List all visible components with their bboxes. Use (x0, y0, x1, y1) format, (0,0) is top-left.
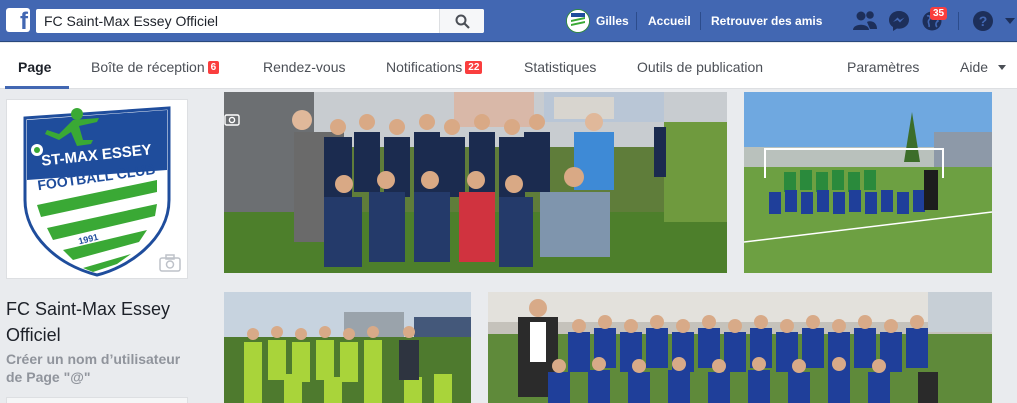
cover-photo[interactable] (224, 92, 727, 273)
photo-tile[interactable] (224, 292, 471, 403)
help-icon[interactable]: ? (972, 10, 994, 32)
nav-divider (700, 12, 701, 30)
user-name-link[interactable]: Gilles (596, 14, 629, 28)
create-username-link[interactable]: Créer un nom d’utilisateur de Page "@" (6, 350, 191, 386)
camera-icon[interactable] (224, 112, 240, 126)
notifications-count-badge: 22 (465, 61, 483, 74)
account-caret-icon[interactable] (1005, 18, 1015, 24)
home-link[interactable]: Accueil (648, 14, 691, 28)
top-navigation-bar: f FC Saint-Max Essey Officiel Gilles Acc… (0, 0, 1017, 42)
search-input[interactable]: FC Saint-Max Essey Officiel (44, 13, 218, 29)
facebook-logo-icon[interactable]: f (6, 8, 30, 32)
search-box[interactable]: FC Saint-Max Essey Officiel (36, 9, 484, 33)
tab-notifications[interactable]: Notifications 22 (386, 59, 483, 75)
page-tab-bar: Page Boîte de réception 6 Rendez-vous Not… (0, 43, 1017, 89)
team-photo-3 (224, 292, 471, 403)
profile-picture[interactable]: ST-MAX ESSEY FOOTBALL CLUB 1991 (6, 99, 188, 279)
find-friends-link[interactable]: Retrouver des amis (711, 14, 822, 28)
club-logo: ST-MAX ESSEY FOOTBALL CLUB 1991 (7, 100, 187, 278)
nav-divider (636, 12, 637, 30)
tab-appointments[interactable]: Rendez-vous (263, 59, 346, 75)
tab-help[interactable]: Aide (960, 59, 1006, 75)
tab-notifications-label: Notifications (386, 59, 463, 75)
team-photo-4 (488, 292, 992, 403)
tab-help-label: Aide (960, 59, 989, 75)
friend-requests-icon[interactable] (852, 10, 878, 32)
team-photo-2 (744, 92, 992, 273)
left-column-box (6, 397, 188, 403)
inbox-count-badge: 6 (207, 61, 220, 74)
tab-statistics[interactable]: Statistiques (524, 59, 596, 75)
photo-tile[interactable] (488, 292, 992, 403)
camera-icon[interactable] (159, 254, 181, 272)
page-title[interactable]: FC Saint-Max Essey Officiel (6, 296, 191, 348)
avatar (566, 9, 590, 33)
search-button[interactable] (439, 9, 484, 33)
notifications-badge: 35 (930, 7, 948, 20)
profile-link[interactable]: Gilles (566, 9, 629, 33)
tab-inbox[interactable]: Boîte de réception 6 (91, 59, 220, 75)
photo-tile[interactable] (744, 92, 992, 273)
messenger-icon[interactable] (888, 10, 910, 32)
caret-down-icon (997, 65, 1006, 70)
tab-publishing-tools[interactable]: Outils de publication (637, 59, 763, 75)
nav-divider (958, 12, 959, 30)
search-icon (455, 14, 470, 29)
tab-settings[interactable]: Paramètres (847, 59, 919, 75)
team-photo-1 (224, 92, 727, 273)
help-icon-glyph: ? (979, 13, 988, 29)
tab-inbox-label: Boîte de réception (91, 59, 205, 75)
active-tab-indicator (5, 86, 69, 89)
tab-page[interactable]: Page (18, 59, 51, 75)
